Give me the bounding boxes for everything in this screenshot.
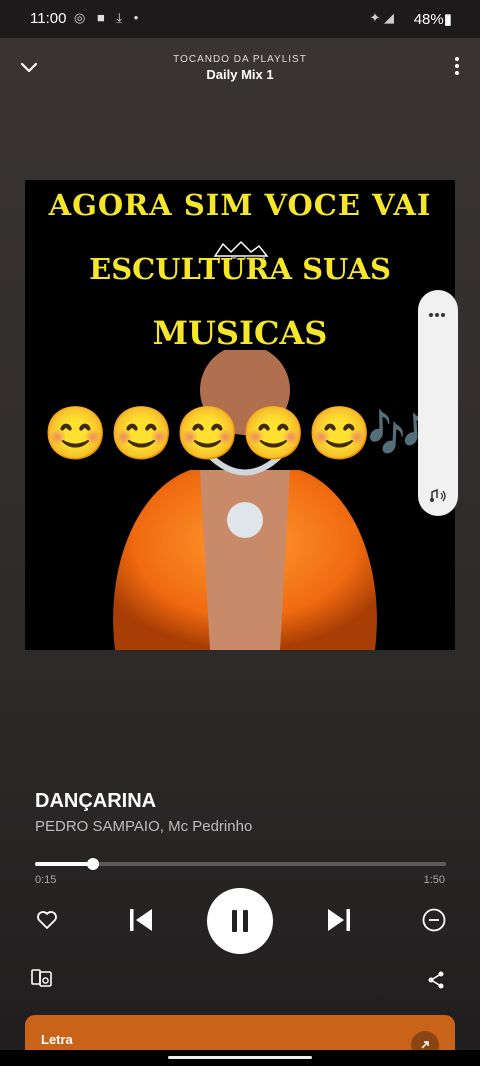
battery-level: 48%▮ [413, 11, 452, 28]
smile-emoji: 😊 [241, 405, 306, 463]
smile-emoji: 😊 [43, 405, 108, 463]
heart-icon[interactable] [35, 908, 59, 932]
media-volume-icon[interactable] [428, 486, 448, 506]
home-gesture-handle[interactable] [168, 1056, 312, 1059]
pause-icon [243, 910, 248, 932]
next-track-icon[interactable] [326, 906, 352, 934]
volume-menu-icon[interactable] [429, 304, 447, 322]
progress-fill [35, 862, 93, 866]
pause-icon [232, 910, 237, 932]
player-header: TOCANDO DA PLAYLIST Daily Mix 1 [0, 38, 480, 98]
previous-track-icon[interactable] [128, 906, 154, 934]
art-text-line1: AGORA SIM VOCE VAI [48, 188, 432, 222]
art-text-line3: MUSICAS [152, 314, 328, 352]
hide-song-icon[interactable] [421, 907, 447, 933]
volume-panel[interactable] [418, 290, 458, 516]
status-bar: 11:00 ◎ ■ ⤓ • ✦ ◢ 48%▮ [0, 0, 480, 38]
more-options-icon[interactable] [452, 54, 462, 80]
status-time: 11:00 [30, 10, 67, 27]
playlist-name[interactable]: Daily Mix 1 [0, 67, 480, 82]
track-title[interactable]: DANÇARINA [35, 790, 156, 813]
progress-bar[interactable] [35, 858, 446, 870]
system-nav-bar [0, 1050, 480, 1066]
share-icon[interactable] [426, 970, 446, 990]
smile-emoji: 😊 [307, 405, 372, 463]
track-artist[interactable]: PEDRO SAMPAIO, Mc Pedrinho [35, 818, 252, 835]
smile-emoji: 😊 [175, 405, 240, 463]
notification-icons: ◎ ■ ⤓ • [74, 10, 143, 25]
smile-emoji: 😊 [109, 405, 174, 463]
progress-knob[interactable] [86, 858, 99, 870]
elapsed-time: 0:15 [35, 874, 57, 886]
artist-photo [113, 350, 377, 650]
album-art: AGORA SIM VOCE VAI ESCULTURA SUAS MUSICA… [25, 180, 455, 650]
lyrics-label: Letra [41, 1032, 73, 1047]
total-time: 1:50 [423, 874, 445, 886]
art-text-line2: ESCULTURA SUAS [89, 252, 391, 286]
wifi-signal-icon: ✦ ◢ [369, 10, 394, 25]
connect-devices-icon[interactable] [30, 966, 54, 990]
pause-button[interactable] [207, 888, 273, 954]
playing-from-label: TOCANDO DA PLAYLIST [173, 54, 307, 65]
